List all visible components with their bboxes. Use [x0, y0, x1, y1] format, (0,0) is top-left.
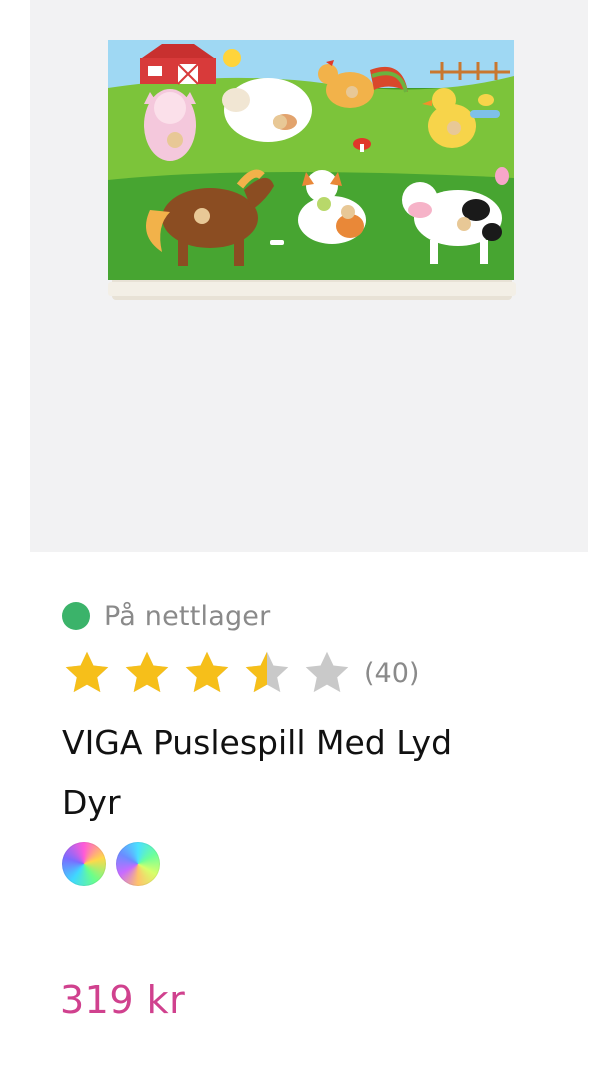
- availability-status: På nettlager: [62, 598, 270, 634]
- product-price: 319 kr: [60, 978, 186, 1022]
- star-icon: [65, 651, 109, 693]
- color-swatches: [62, 842, 170, 886]
- availability-dot: [62, 602, 90, 630]
- availability-label: På nettlager: [104, 600, 271, 632]
- star-icon: [125, 651, 169, 693]
- product-title-line-2: Dyr: [62, 783, 121, 822]
- star-icon: [185, 651, 229, 693]
- product-title[interactable]: VIGA Puslespill Med Lyd Dyr: [62, 713, 562, 833]
- star-half-icon: [245, 651, 289, 693]
- product-image[interactable]: [30, 0, 588, 552]
- rating[interactable]: (40): [62, 648, 419, 698]
- star-empty-icon: [305, 651, 349, 693]
- product-title-line-1: VIGA Puslespill Med Lyd: [62, 723, 453, 762]
- product-card[interactable]: På nettlager (40) VIGA Puslespill Med Ly…: [0, 0, 593, 1078]
- sun-illustration: [223, 49, 241, 67]
- color-swatch[interactable]: [62, 842, 106, 886]
- color-swatch[interactable]: [116, 842, 160, 886]
- review-count[interactable]: (40): [364, 658, 419, 689]
- product-image-panel[interactable]: [30, 0, 588, 552]
- cat-puzzle-piece: [144, 89, 196, 161]
